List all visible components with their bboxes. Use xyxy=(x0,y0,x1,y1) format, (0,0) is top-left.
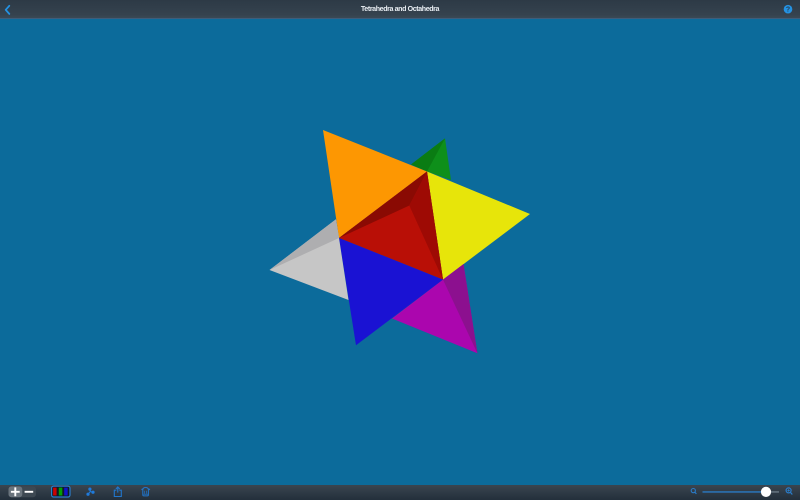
svg-text:?: ? xyxy=(786,7,790,14)
